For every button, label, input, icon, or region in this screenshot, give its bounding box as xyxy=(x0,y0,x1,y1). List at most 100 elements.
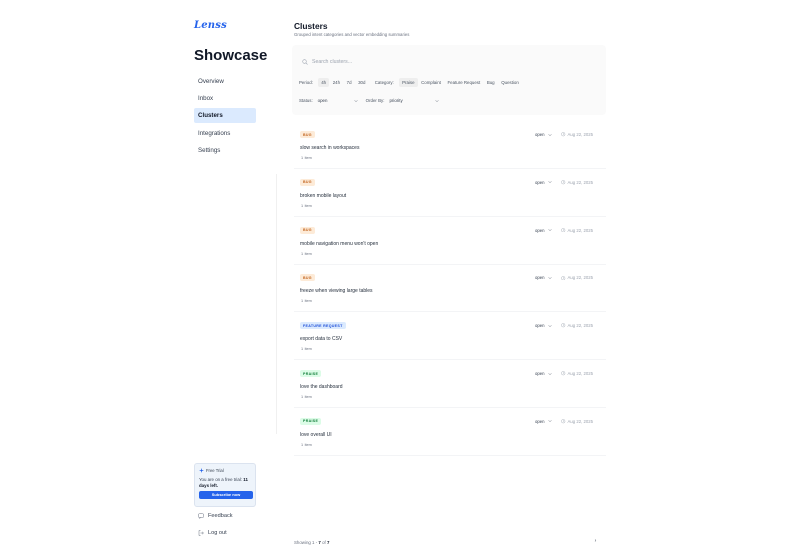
status-dropdown[interactable]: open xyxy=(535,180,552,185)
order-label: Order By: xyxy=(365,98,385,103)
period-chip-24h[interactable]: 24h xyxy=(329,78,343,87)
free-trial-card: Free Trial You are on a free trial: 11 d… xyxy=(194,463,256,507)
category-badge: BUG xyxy=(300,226,315,234)
next-page-button[interactable]: › xyxy=(591,537,600,546)
cluster-title[interactable]: love overall UI xyxy=(300,432,332,438)
cluster-card[interactable]: FEATURE REQUEST export data to CSV 1 item op… xyxy=(294,316,606,361)
page-title: Clusters xyxy=(294,21,328,31)
cluster-item-count: 1 item xyxy=(301,442,312,447)
feedback-icon xyxy=(198,513,204,519)
sidebar: Lenss Showcase Overview Inbox Clusters I… xyxy=(0,0,276,557)
pagination-summary: Showing 1 - 7 of 7 xyxy=(294,540,330,545)
clock-icon xyxy=(561,371,566,376)
subscribe-button[interactable]: Subscribe now xyxy=(199,490,253,499)
cluster-card[interactable]: BUG slow search in workspaces 1 item open Aug… xyxy=(294,125,606,169)
clock-icon xyxy=(561,228,566,233)
search-placeholder: Search clusters... xyxy=(312,59,353,65)
sidebar-item-inbox[interactable]: Inbox xyxy=(194,91,256,106)
workspace-title: Showcase xyxy=(194,47,268,64)
period-chip-4h[interactable]: 4h xyxy=(317,78,330,87)
sidebar-item-integrations[interactable]: Integrations xyxy=(194,126,256,141)
cluster-title[interactable]: export data to CSV xyxy=(300,336,342,342)
status-select[interactable]: open xyxy=(318,98,358,103)
trial-heading: Free Trial xyxy=(206,468,224,473)
cluster-title[interactable]: slow search in workspaces xyxy=(300,145,359,151)
cluster-item-count: 1 item xyxy=(301,156,312,160)
period-label: Period: xyxy=(299,80,313,85)
category-chip-feature-request[interactable]: Feature Request xyxy=(444,78,483,87)
category-label: Category: xyxy=(374,80,394,85)
cluster-item-count: 1 item xyxy=(301,251,312,256)
status-dropdown[interactable]: open xyxy=(535,275,552,280)
search-icon xyxy=(302,59,308,65)
logout-link[interactable]: Log out xyxy=(198,530,227,536)
clock-icon xyxy=(561,132,566,137)
filter-row-status-order: Status: open Order By: priority xyxy=(299,98,447,103)
category-badge: PRAISE xyxy=(300,417,322,425)
search-input[interactable]: Search clusters... xyxy=(302,59,352,65)
cluster-card[interactable]: PRAISE love overall UI 1 item open Aug 22, 20… xyxy=(294,412,606,456)
category-badge: BUG xyxy=(300,274,315,282)
category-badge: BUG xyxy=(300,131,315,138)
category-chip-bug[interactable]: Bug xyxy=(484,78,498,87)
cluster-card[interactable]: BUG broken mobile layout 1 item open Aug 22, … xyxy=(294,173,606,217)
cluster-item-count: 1 item xyxy=(301,395,312,399)
cluster-item-count: 1 item xyxy=(301,299,312,304)
cluster-date: Aug 22, 2025 xyxy=(561,419,593,424)
main-content: Clusters Grouped intent categories and v… xyxy=(292,0,606,557)
cluster-card[interactable]: PRAISE love the dashboard 1 item open Aug 22,… xyxy=(294,364,606,408)
status-dropdown[interactable]: open xyxy=(535,323,552,328)
status-dropdown[interactable]: open xyxy=(535,228,552,233)
page-subtitle: Grouped intent categories and vector emb… xyxy=(294,32,410,37)
cluster-card[interactable]: BUG freeze when viewing large tables 1 item… xyxy=(294,268,606,313)
category-chip-question[interactable]: Question xyxy=(498,78,522,87)
status-dropdown[interactable]: open xyxy=(535,419,552,424)
status-dropdown[interactable]: open xyxy=(535,132,552,137)
period-chip-7d[interactable]: 7d xyxy=(343,78,354,87)
cluster-date: Aug 22, 2025 xyxy=(561,180,593,185)
sidebar-item-settings[interactable]: Settings xyxy=(194,143,256,158)
cluster-date: Aug 22, 2025 xyxy=(561,228,593,233)
chevron-down-icon xyxy=(547,420,552,423)
feedback-link[interactable]: Feedback xyxy=(198,513,233,519)
chevron-down-icon xyxy=(353,99,358,102)
cluster-card[interactable]: BUG mobile navigation menu won't open 1 ite… xyxy=(294,221,606,265)
chevron-down-icon xyxy=(547,372,552,375)
clock-icon xyxy=(561,180,566,185)
category-chip-complaint[interactable]: Complaint xyxy=(418,78,444,87)
chevron-down-icon xyxy=(547,133,552,136)
filters-panel: Search clusters... Period: 4h 24h 7d 30d… xyxy=(292,45,606,115)
category-badge: BUG xyxy=(300,178,315,186)
sidebar-item-overview[interactable]: Overview xyxy=(194,74,256,89)
cluster-title[interactable]: love the dashboard xyxy=(300,384,343,390)
trial-text: You are on a free trial: 11 days left. xyxy=(199,477,248,488)
sidebar-nav: Overview Inbox Clusters Integrations Set… xyxy=(194,74,256,160)
period-chip-30d[interactable]: 30d xyxy=(355,78,369,87)
feedback-label: Feedback xyxy=(208,513,233,519)
cluster-title[interactable]: mobile navigation menu won't open xyxy=(300,241,378,247)
chevron-down-icon xyxy=(547,276,552,279)
sidebar-item-clusters[interactable]: Clusters xyxy=(194,108,256,124)
order-select[interactable]: priority xyxy=(389,98,440,103)
logout-icon xyxy=(198,530,204,536)
clock-icon xyxy=(561,419,566,424)
sparkle-icon xyxy=(199,468,204,473)
category-chip-praise[interactable]: Praise xyxy=(398,78,418,87)
chevron-down-icon xyxy=(435,99,440,102)
chevron-down-icon xyxy=(547,181,552,184)
cluster-date: Aug 22, 2025 xyxy=(561,132,593,137)
cluster-item-count: 1 item xyxy=(301,203,312,208)
cluster-title[interactable]: freeze when viewing large tables xyxy=(300,288,373,294)
chevron-down-icon xyxy=(547,229,552,232)
status-dropdown[interactable]: open xyxy=(535,371,552,376)
status-label: Status: xyxy=(299,98,313,103)
app-logo[interactable]: Lenss xyxy=(194,20,227,31)
cluster-item-count: 1 item xyxy=(301,347,312,352)
cluster-date: Aug 22, 2025 xyxy=(561,275,593,280)
category-badge: PRAISE xyxy=(300,370,322,377)
cluster-title[interactable]: broken mobile layout xyxy=(300,193,346,199)
cluster-date: Aug 22, 2025 xyxy=(561,323,593,328)
logout-label: Log out xyxy=(208,530,227,536)
filter-row-period-category: Period: 4h 24h 7d 30d Category: Praise C… xyxy=(299,78,522,87)
category-badge: FEATURE REQUEST xyxy=(300,322,346,330)
